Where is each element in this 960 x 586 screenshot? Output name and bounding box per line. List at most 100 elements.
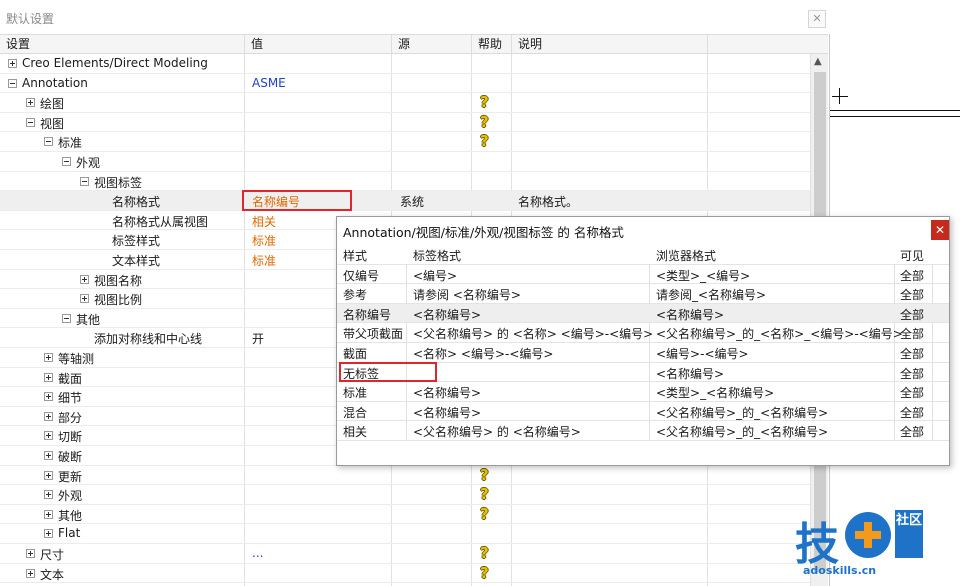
help-icon[interactable]: ?	[480, 545, 494, 562]
tree-row-value[interactable]: 开	[252, 330, 264, 347]
tree-row[interactable]: 视图标签	[0, 172, 810, 192]
tree-row[interactable]: 绘图?	[0, 93, 810, 113]
column-header-help[interactable]: 帮助	[472, 35, 512, 54]
expand-icon[interactable]	[8, 59, 17, 68]
format-row[interactable]: 名称编号 <名称编号> <名称编号> 全部	[337, 303, 949, 324]
column-header-source[interactable]: 源	[392, 35, 472, 54]
expand-icon[interactable]	[44, 353, 53, 362]
format-row[interactable]: 截面 <名称> <编号>-<编号> <编号>-<编号> 全部	[337, 343, 949, 363]
scroll-up-icon[interactable]: ▲	[814, 56, 822, 67]
expand-icon[interactable]	[44, 529, 53, 539]
tree-row[interactable]: 其他?	[0, 505, 810, 525]
tree-row[interactable]: Creo Elements/Direct Modeling	[0, 54, 810, 74]
tree-row-label: 标签样式	[112, 234, 161, 249]
tree-row[interactable]: 外观	[0, 152, 810, 172]
help-icon[interactable]: ?	[480, 94, 494, 111]
help-icon[interactable]: ?	[480, 486, 494, 503]
tree-row-label: 外观	[76, 156, 101, 170]
tree-row-label: 等轴测	[58, 352, 95, 366]
format-cell-visible: 全部	[900, 288, 925, 303]
collapse-icon[interactable]	[8, 78, 17, 88]
help-icon[interactable]: ?	[480, 505, 494, 523]
canvas-line	[830, 116, 960, 117]
expand-icon[interactable]	[44, 392, 53, 402]
format-cell-style: 参考	[343, 288, 368, 303]
tree-row-value[interactable]: 相关	[252, 213, 276, 230]
tree-row[interactable]: 尺寸...?	[0, 544, 810, 564]
tree-row-value[interactable]: 标准	[252, 232, 276, 249]
tree-row[interactable]: 文本?	[0, 564, 810, 584]
format-column-header[interactable]: 浏览器格式	[656, 247, 716, 264]
collapse-icon[interactable]	[26, 117, 35, 127]
expand-icon[interactable]	[44, 509, 53, 519]
tree-row-value[interactable]: ASME	[252, 76, 286, 90]
highlight-style-box	[339, 362, 437, 382]
help-icon[interactable]: ?	[480, 466, 494, 484]
expand-icon[interactable]	[44, 431, 53, 441]
expand-icon[interactable]	[26, 98, 35, 108]
expand-icon[interactable]	[44, 372, 53, 382]
tree-row-value[interactable]: ...	[252, 546, 263, 560]
format-cell-visible: 全部	[900, 425, 925, 440]
expand-icon[interactable]	[26, 549, 35, 558]
help-icon[interactable]: ?	[480, 564, 494, 582]
format-cell-browser: <编号>-<编号>	[656, 347, 749, 361]
expand-icon[interactable]	[44, 451, 53, 460]
expand-icon[interactable]	[26, 568, 35, 578]
expand-icon[interactable]	[80, 274, 89, 284]
format-column-header[interactable]: 可见	[900, 247, 924, 264]
collapse-icon[interactable]	[62, 313, 71, 323]
tree-row[interactable]: 名称格式 名称编号 系统 名称格式。	[0, 191, 810, 211]
tree-row[interactable]: Flat	[0, 524, 810, 544]
format-cell-label: <名称> <编号>-<编号>	[413, 347, 554, 361]
watermark-logo: 技 社区 adoskills.cn	[795, 508, 960, 586]
tree-row-label: Flat	[58, 526, 81, 541]
format-cell-visible: 全部	[900, 366, 925, 381]
tree-row[interactable]: 更新?	[0, 466, 810, 486]
format-cell-visible: 全部	[900, 327, 925, 342]
collapse-icon[interactable]	[62, 157, 71, 166]
watermark-char: 技	[795, 519, 839, 570]
format-row[interactable]: 相关 <父名称编号> 的 <名称编号> <父名称编号>_的_<名称编号> 全部	[337, 421, 949, 441]
collapse-icon[interactable]	[80, 176, 89, 186]
expand-icon[interactable]	[80, 294, 89, 304]
tree-row-label: 外观	[58, 489, 83, 504]
tree-row[interactable]: 外观?	[0, 485, 810, 505]
window-title: 默认设置	[6, 12, 55, 26]
expand-icon[interactable]	[44, 470, 53, 480]
tree-row-label: 视图名称	[94, 273, 143, 288]
tree-row[interactable]: Annotation ASME	[0, 74, 810, 94]
tree-row-label: 破断	[58, 450, 83, 464]
expand-icon[interactable]	[44, 490, 53, 500]
collapse-icon[interactable]	[44, 137, 53, 147]
format-table-header: 样式 标签格式 浏览器格式 可见	[337, 245, 949, 265]
watermark-side-text: 社区	[895, 510, 923, 558]
column-header-value[interactable]: 值	[245, 35, 392, 54]
tree-row-source: 系统	[400, 195, 425, 210]
tree-row[interactable]: 视图?	[0, 113, 810, 133]
format-row[interactable]: 标准 <名称编号> <类型>_<名称编号> 全部	[337, 382, 949, 402]
name-format-popup: Annotation/视图/标准/外观/视图标签 的 名称格式 ✕ 样式 标签格式…	[336, 216, 950, 466]
format-column-header[interactable]: 样式	[343, 247, 367, 264]
format-column-header[interactable]: 标签格式	[413, 247, 461, 264]
expand-icon[interactable]	[44, 411, 53, 421]
close-icon[interactable]: ✕	[808, 10, 826, 28]
format-row[interactable]: 参考 请参阅 <名称编号> 请参阅_<名称编号> 全部	[337, 284, 949, 304]
popup-close-icon[interactable]: ✕	[931, 220, 949, 240]
help-icon[interactable]: ?	[480, 133, 494, 150]
watermark-url: adoskills.cn	[803, 564, 877, 577]
tree-row-value[interactable]: 标准	[252, 252, 276, 269]
format-row[interactable]: 带父项截面 <父名称编号> 的 <名称> <编号>-<编号> <父名称编号>_的_<…	[337, 323, 949, 343]
tree-row-label: 视图	[40, 116, 65, 131]
format-row[interactable]: 混合 <名称编号> <父名称编号>_的_<名称编号> 全部	[337, 402, 949, 422]
tree-row[interactable]: 标准?	[0, 132, 810, 152]
column-header-description[interactable]: 说明	[512, 35, 708, 54]
tree-row-label: 更新	[58, 469, 83, 484]
format-row[interactable]: 仅编号 <编号> <类型>_<编号> 全部	[337, 265, 949, 285]
format-cell-visible: 全部	[900, 405, 925, 420]
format-cell-label: <名称编号>	[413, 307, 482, 322]
tree-row-label: 截面	[58, 371, 83, 386]
format-cell-label: 请参阅 <名称编号>	[413, 288, 521, 303]
column-header-setting[interactable]: 设置	[0, 35, 245, 54]
help-icon[interactable]: ?	[480, 113, 494, 131]
